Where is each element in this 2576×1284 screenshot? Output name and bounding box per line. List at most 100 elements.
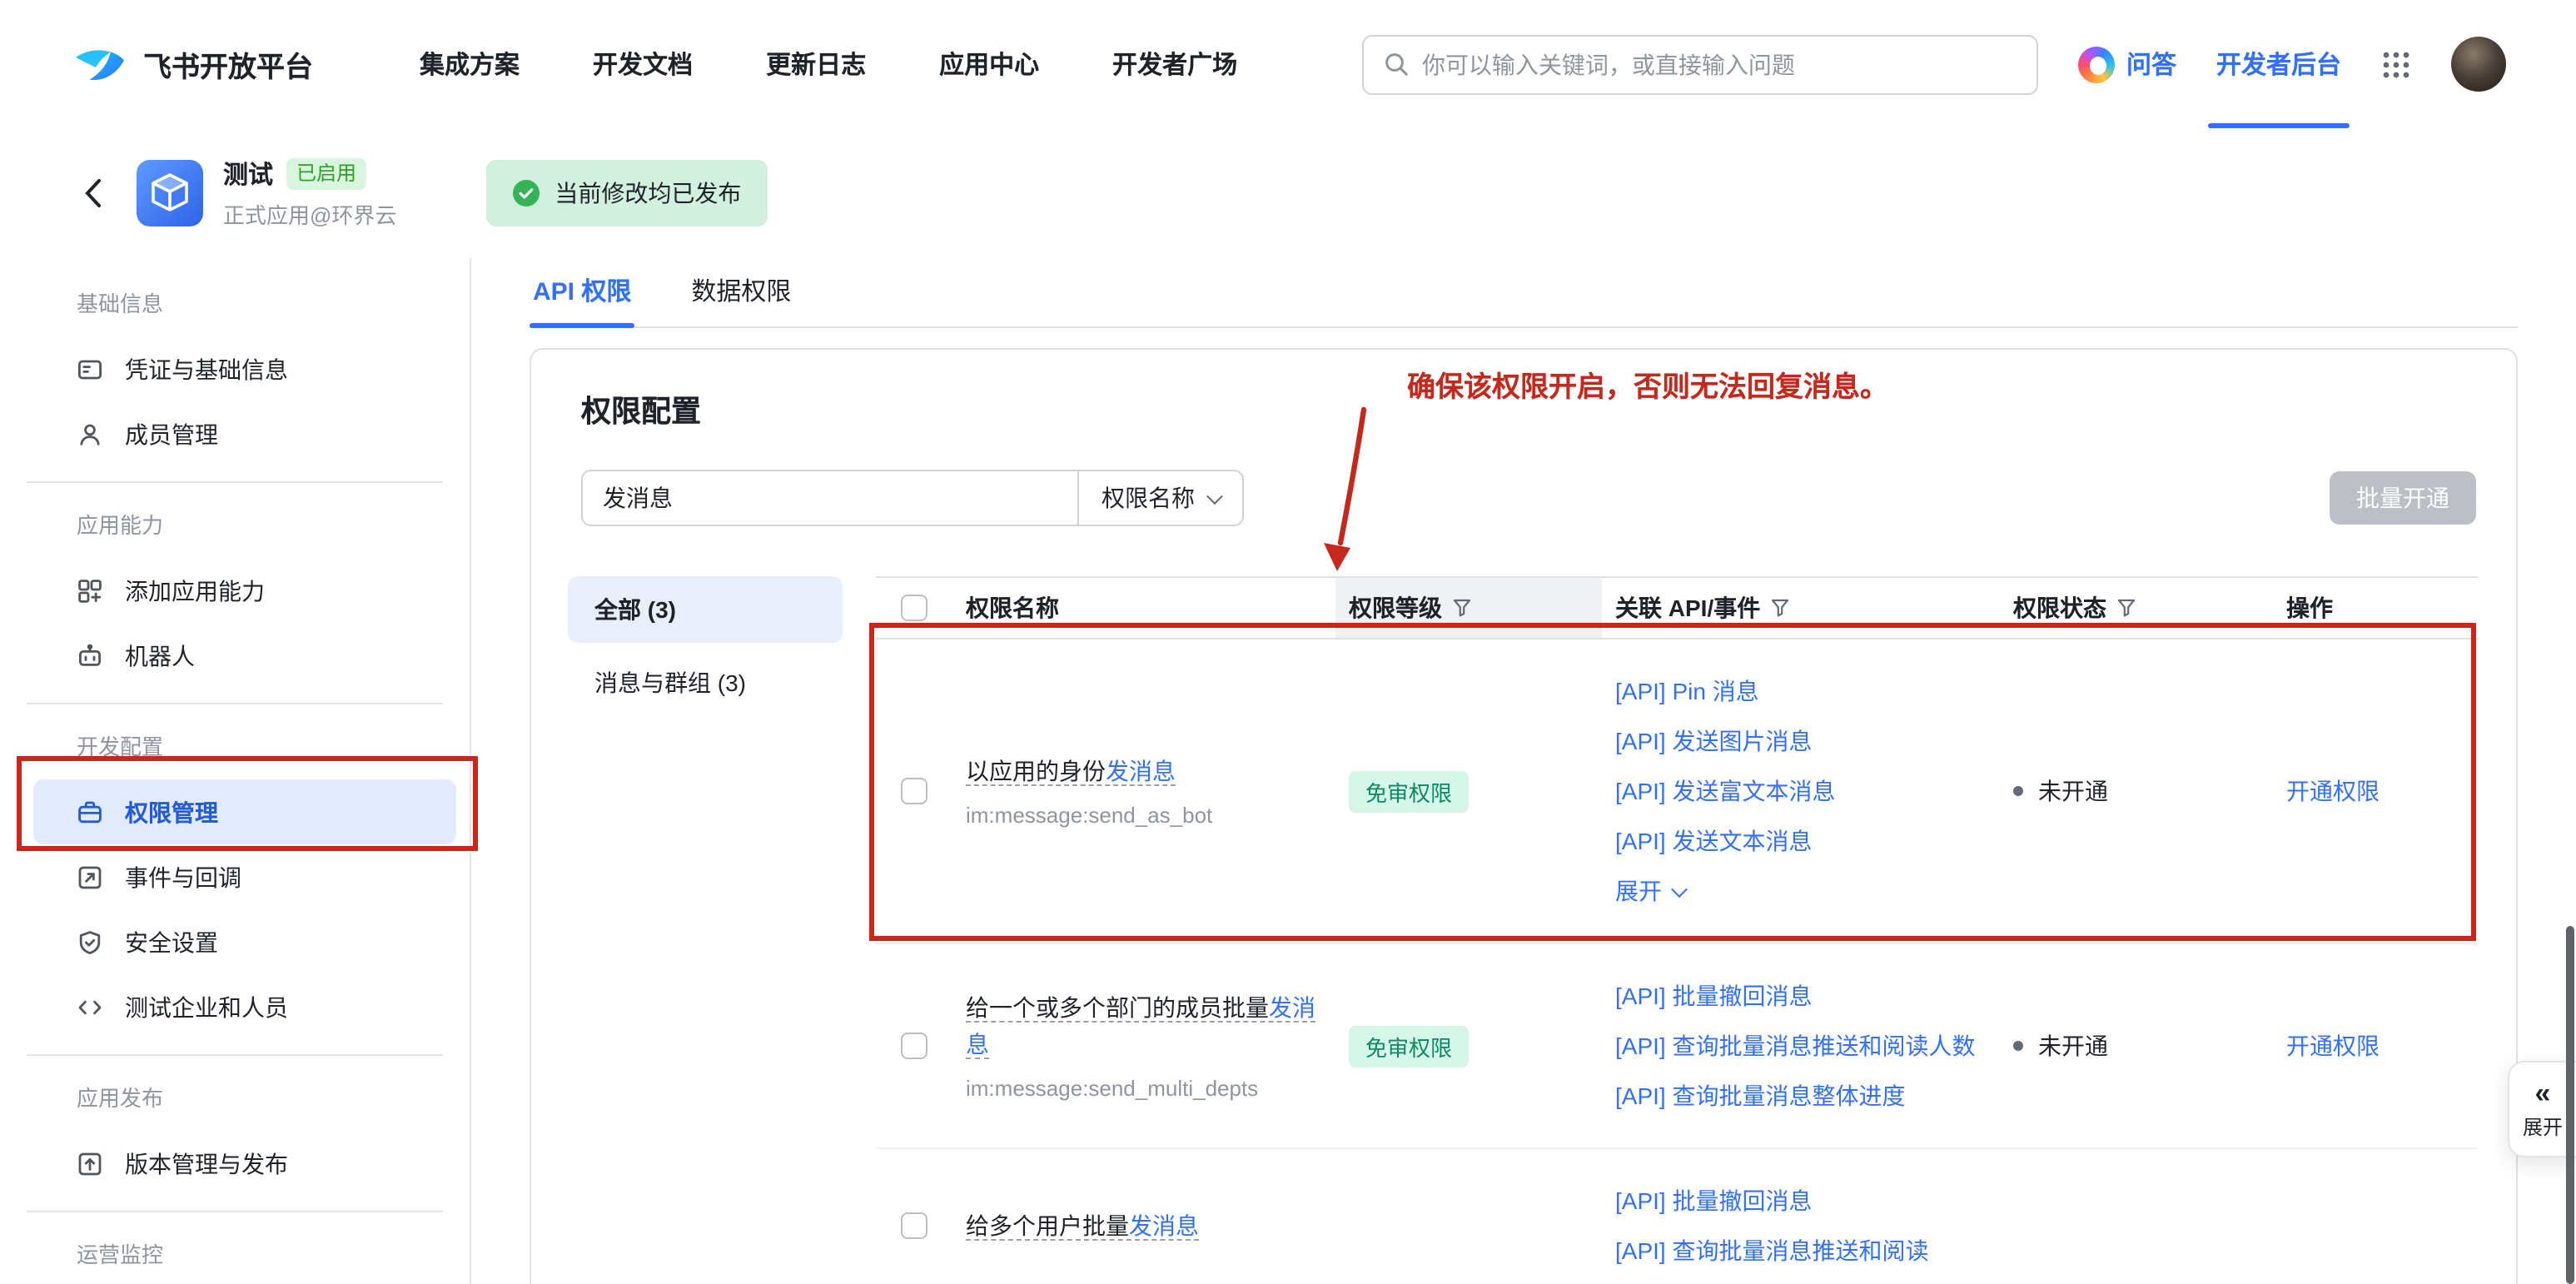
sidebar-item-version-release[interactable]: 版本管理与发布 <box>33 1131 456 1196</box>
permission-scope: im:message:send_as_bot <box>966 800 1319 830</box>
page: 飞书开放平台 集成方案 开发文档 更新日志 应用中心 开发者广场 问答 开发者后… <box>0 0 2576 1284</box>
filter-icon[interactable] <box>1452 598 1472 618</box>
expand-apis-link[interactable]: 展开 <box>1615 866 1997 916</box>
category-all[interactable]: 全部 (3) <box>568 576 843 643</box>
chevron-down-icon <box>1671 880 1688 897</box>
permission-search-group: 权限名称 <box>581 470 1244 526</box>
sidebar-item-security[interactable]: 安全设置 <box>33 909 456 974</box>
permission-table: 权限名称 权限等级 关联 API/事件 权限状态 <box>876 576 2478 1284</box>
topnav-right: 问答 开发者后台 <box>2078 0 2506 128</box>
sidebar-item-credentials[interactable]: 凭证与基础信息 <box>33 336 456 401</box>
add-capability-icon <box>77 577 103 604</box>
sidebar: 基础信息 凭证与基础信息 成员管理 应用能力 添加应用能力 <box>0 258 471 1284</box>
select-all-checkbox[interactable] <box>901 595 927 621</box>
tab-api-permissions[interactable]: API 权限 <box>530 258 634 326</box>
level-badge: 免审权限 <box>1349 770 1469 812</box>
sidebar-section-monitoring: 运营监控 <box>0 1212 470 1284</box>
brand-name: 飞书开放平台 <box>143 43 313 85</box>
global-search[interactable] <box>1362 34 2038 94</box>
permission-config-card: 权限配置 权限名称 批量开通 全部 (3 <box>530 348 2518 1284</box>
vertical-scrollbar[interactable] <box>2566 926 2574 1284</box>
permission-search-field[interactable] <box>583 471 1077 525</box>
sidebar-item-test-corp[interactable]: 测试企业和人员 <box>33 974 456 1039</box>
row-checkbox[interactable] <box>901 1033 927 1059</box>
qa-link[interactable]: 问答 <box>2078 46 2176 82</box>
back-button[interactable] <box>73 173 113 213</box>
api-link[interactable]: [API] 查询批量消息推送和阅读人数 <box>1615 1021 1997 1071</box>
feishu-logo-icon <box>73 42 127 87</box>
tab-data-permissions[interactable]: 数据权限 <box>688 258 794 326</box>
developer-console-link[interactable]: 开发者后台 <box>2216 0 2341 128</box>
sidebar-section-dev-config: 开发配置 <box>0 704 470 779</box>
nav-item-docs[interactable]: 开发文档 <box>593 47 693 82</box>
status-badge: 已启用 <box>286 158 366 190</box>
double-chevron-left-icon: « <box>2535 1079 2551 1109</box>
sidebar-item-members[interactable]: 成员管理 <box>33 401 456 466</box>
release-icon <box>77 1150 103 1177</box>
api-link[interactable]: [API] 发送富文本消息 <box>1615 766 1997 816</box>
batch-grant-button[interactable]: 批量开通 <box>2330 471 2476 525</box>
sidebar-item-add-capability[interactable]: 添加应用能力 <box>33 558 456 623</box>
table-row: 以应用的身份发消息 im:message:send_as_bot 免审权限 [A… <box>876 640 2478 944</box>
check-circle-icon <box>513 180 540 207</box>
api-link[interactable]: [API] Pin 消息 <box>1615 666 1997 716</box>
level-badge: 免审权限 <box>1349 1025 1469 1067</box>
toolbar: 权限名称 批量开通 <box>581 470 2476 526</box>
app-meta: 测试 已启用 正式应用@环界云 <box>223 157 396 230</box>
api-link[interactable]: [API] 查询批量消息整体进度 <box>1615 1071 1997 1121</box>
status-dot-icon <box>2013 786 2023 796</box>
top-nav: 飞书开放平台 集成方案 开发文档 更新日志 应用中心 开发者广场 问答 开发者后… <box>0 0 2576 128</box>
grant-permission-link[interactable]: 开通权限 <box>2286 778 2380 804</box>
credential-card-icon <box>77 356 103 382</box>
chevron-left-icon <box>83 177 103 210</box>
apps-grid-icon[interactable] <box>2381 49 2411 79</box>
row-checkbox[interactable] <box>901 1212 927 1239</box>
row-checkbox[interactable] <box>901 778 927 804</box>
header-name: 权限名称 <box>952 578 1335 638</box>
main-content: API 权限 数据权限 权限配置 权限名称 批量开通 <box>471 258 2576 1284</box>
card-title: 权限配置 <box>531 350 2516 430</box>
nav-item-app-center[interactable]: 应用中心 <box>939 47 1039 82</box>
api-link[interactable]: [API] 查询批量消息推送和阅读 <box>1615 1226 1997 1276</box>
api-link[interactable]: [API] 批量撤回消息 <box>1615 1176 1997 1226</box>
category-messaging[interactable]: 消息与群组 (3) <box>568 649 843 716</box>
global-search-input[interactable] <box>1422 51 2017 77</box>
permission-status: 未开通 <box>2013 774 2263 808</box>
permission-tabs: API 权限 数据权限 <box>530 258 2518 328</box>
event-callback-icon <box>77 863 103 890</box>
permission-name[interactable]: 给一个或多个部门的成员批量发消息 <box>966 993 1315 1058</box>
app-subtitle: 正式应用@环界云 <box>223 198 396 230</box>
sidebar-item-events[interactable]: 事件与回调 <box>33 844 456 909</box>
members-icon <box>77 421 103 447</box>
api-list: [API] 批量撤回消息 [API] 查询批量消息推送和阅读人数 [API] 查… <box>1602 971 1997 1121</box>
app-cube-icon <box>137 160 203 226</box>
chevron-down-icon <box>1206 487 1222 504</box>
grant-permission-link[interactable]: 开通权限 <box>2286 1033 2380 1059</box>
qa-colorful-icon <box>2078 46 2115 82</box>
permissions-icon <box>77 799 103 825</box>
nav-item-changelog[interactable]: 更新日志 <box>766 47 866 82</box>
filter-icon[interactable] <box>1770 598 1790 618</box>
sidebar-item-permissions[interactable]: 权限管理 <box>33 779 456 844</box>
permission-name[interactable]: 以应用的身份发消息 <box>966 757 1176 785</box>
api-list: [API] 批量撤回消息 [API] 查询批量消息推送和阅读 <box>1602 1176 1997 1276</box>
sidebar-section-basic: 基础信息 <box>0 275 470 336</box>
nav-item-dev-plaza[interactable]: 开发者广场 <box>1112 47 1237 82</box>
api-link[interactable]: [API] 发送文本消息 <box>1615 816 1997 866</box>
filter-icon[interactable] <box>2116 598 2136 618</box>
api-link[interactable]: [API] 发送图片消息 <box>1615 716 1997 766</box>
app-name: 测试 <box>223 157 273 192</box>
brand[interactable]: 飞书开放平台 <box>73 42 313 87</box>
search-field-selector[interactable]: 权限名称 <box>1077 471 1242 525</box>
header-api: 关联 API/事件 <box>1602 578 1997 638</box>
category-list: 全部 (3) 消息与群组 (3) <box>568 576 843 1284</box>
permission-search-input[interactable] <box>603 485 1057 511</box>
sidebar-item-bot[interactable]: 机器人 <box>33 623 456 688</box>
permission-name[interactable]: 给多个用户批量发消息 <box>966 1212 1199 1241</box>
robot-icon <box>77 642 103 669</box>
api-link[interactable]: [API] 批量撤回消息 <box>1615 971 1997 1021</box>
nav-item-integration[interactable]: 集成方案 <box>420 47 520 82</box>
header-level: 权限等级 <box>1335 578 1602 638</box>
permission-status: 未开通 <box>2013 1029 2263 1063</box>
user-avatar[interactable] <box>2451 37 2506 92</box>
